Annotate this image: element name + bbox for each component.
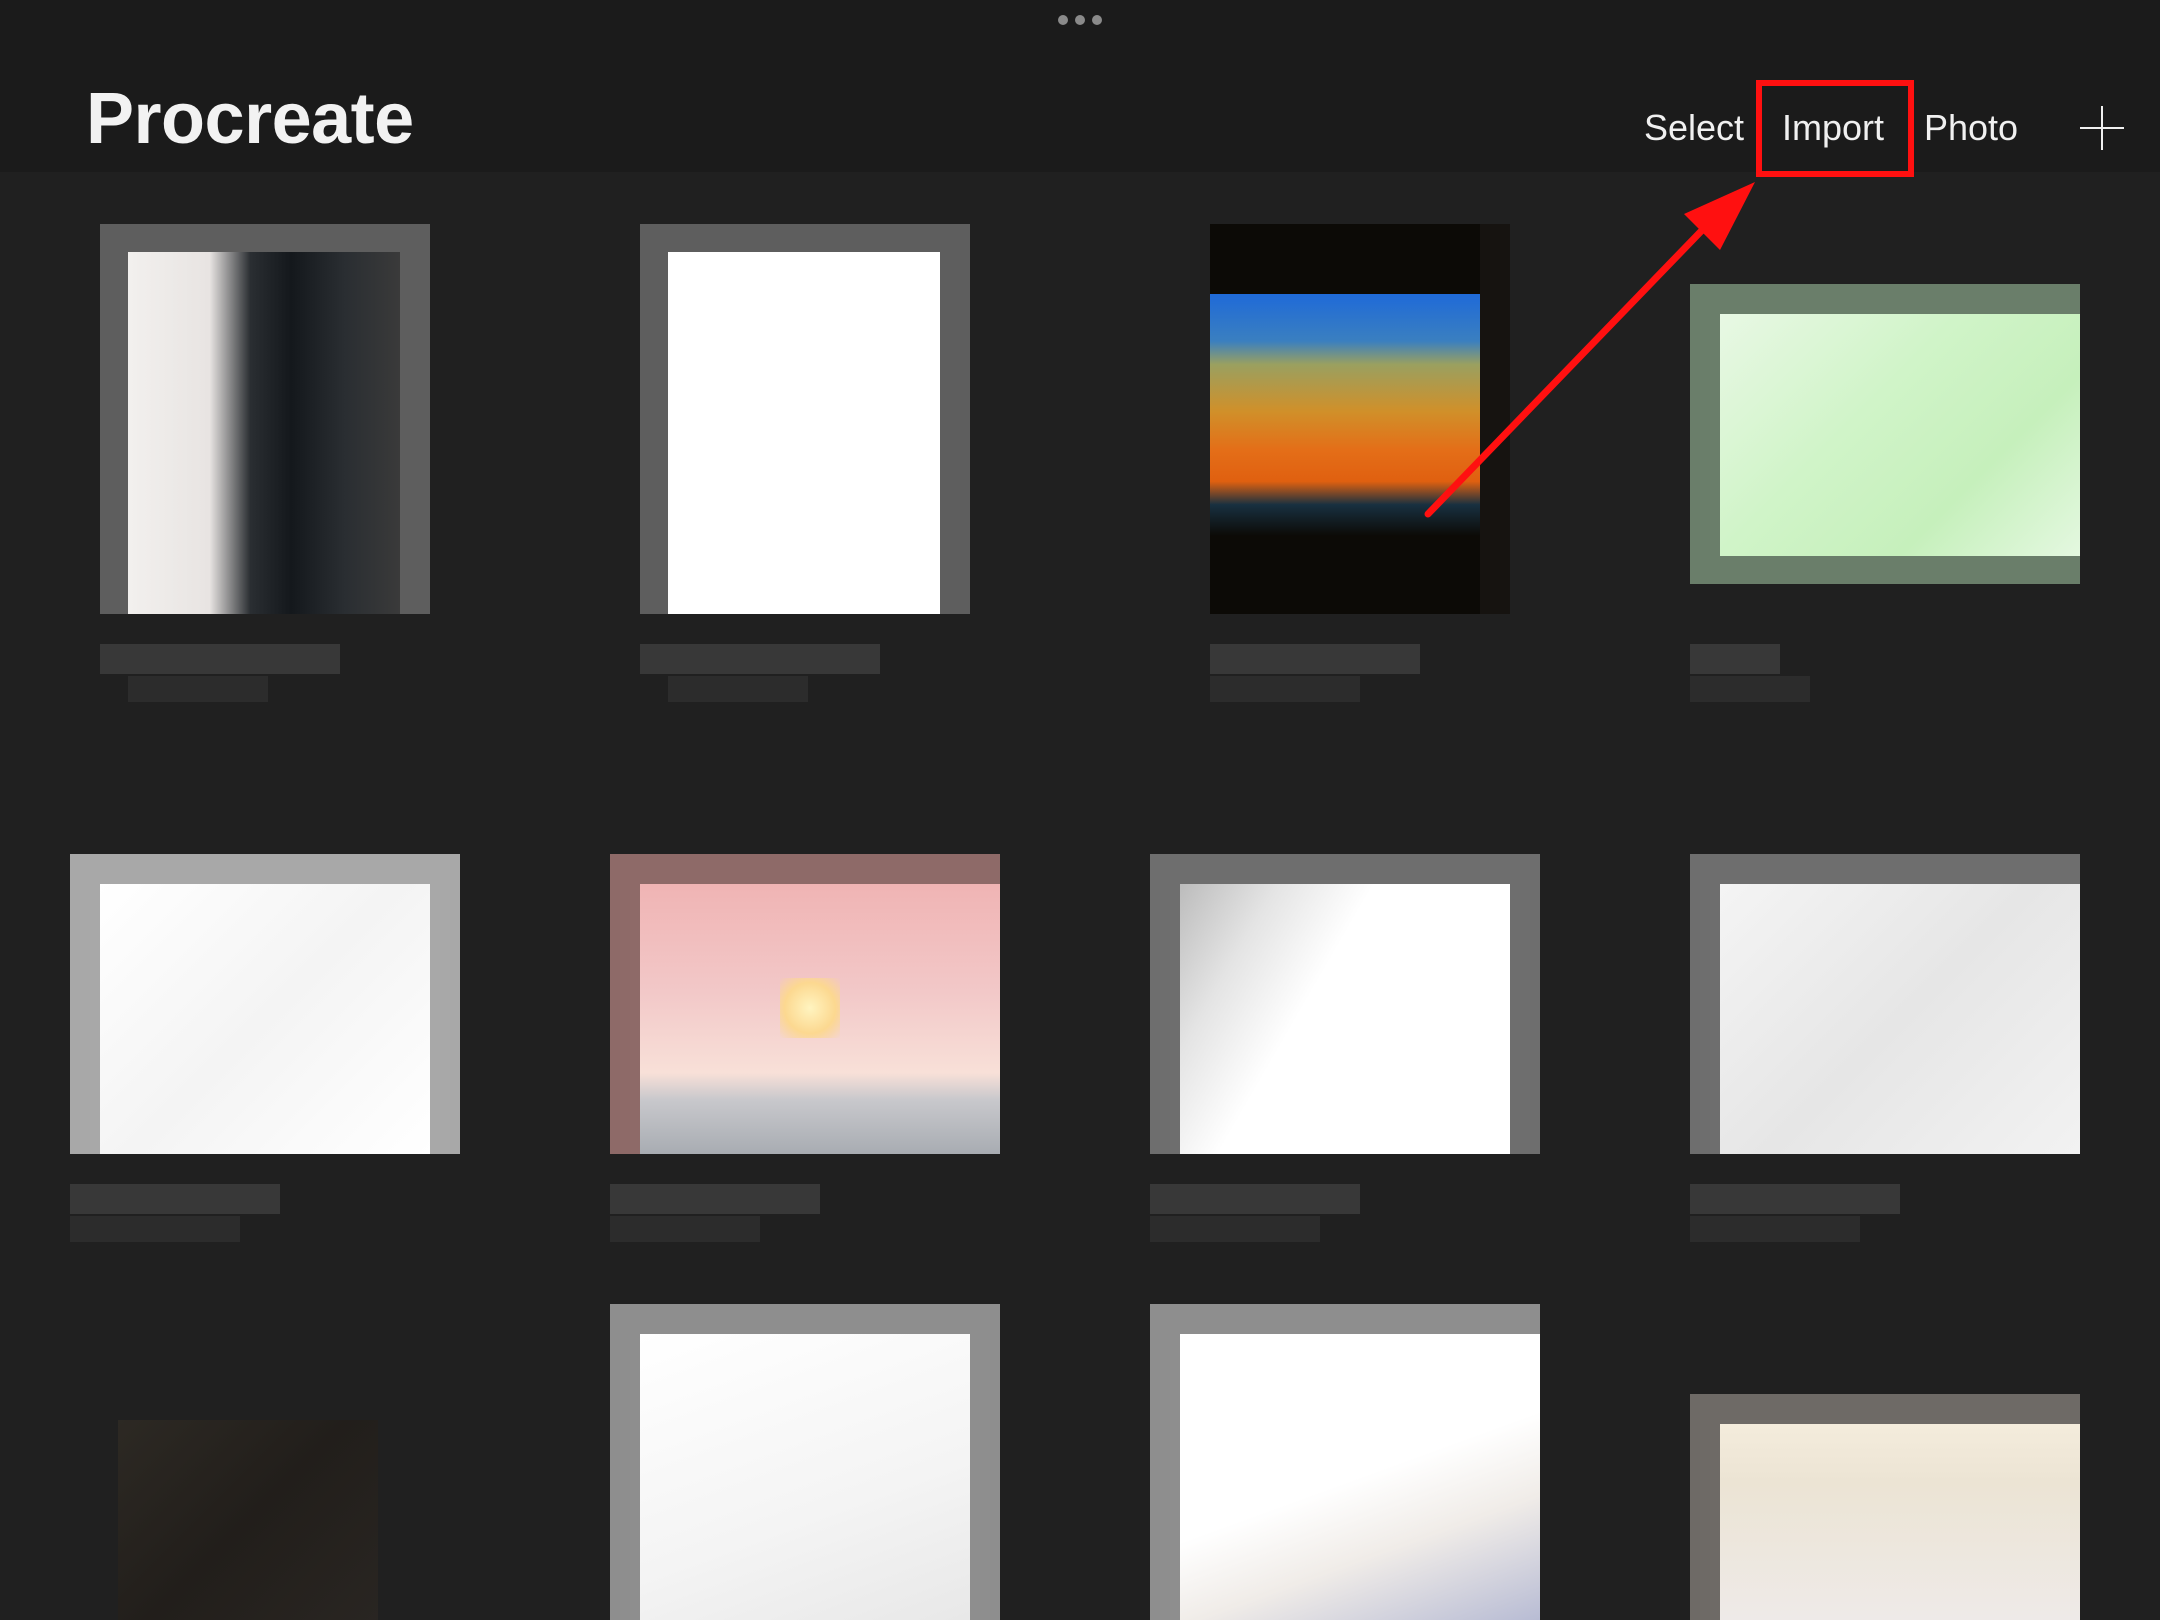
artwork-sun-detail (780, 978, 840, 1038)
artwork-title (1150, 1184, 1360, 1214)
artwork-thumbnail[interactable] (70, 854, 460, 1154)
artwork-thumbnail[interactable] (1690, 854, 2080, 1154)
artwork-thumbnail[interactable] (610, 1304, 1000, 1620)
artwork-size (668, 676, 808, 702)
artwork-title (1210, 644, 1420, 674)
artwork-size (1690, 1216, 1860, 1242)
artwork-title (70, 1184, 280, 1214)
select-button[interactable]: Select (1644, 104, 1744, 152)
app-title: Procreate (86, 79, 414, 159)
artwork-size (1690, 676, 1810, 702)
artwork-thumbnail[interactable] (118, 1420, 378, 1620)
artwork-title (640, 644, 880, 674)
artwork-size (1210, 676, 1360, 702)
artwork-canvas (1720, 314, 2080, 556)
artwork-title (1690, 644, 1780, 674)
artwork-title (100, 644, 340, 674)
artwork-size (128, 676, 268, 702)
artwork-size (70, 1216, 240, 1242)
plus-icon[interactable] (2080, 106, 2124, 150)
artwork-thumbnail[interactable] (610, 854, 1000, 1154)
artwork-canvas (1720, 1424, 2080, 1620)
artwork-thumbnail[interactable] (1150, 1304, 1540, 1620)
artwork-thumbnail[interactable] (100, 224, 430, 614)
artwork-canvas (640, 1334, 970, 1620)
artwork-size (1150, 1216, 1320, 1242)
artwork-thumbnail[interactable] (640, 224, 970, 614)
artwork-thumbnail[interactable] (1690, 284, 2080, 584)
artwork-canvas (1210, 224, 1480, 614)
import-highlight-box (1756, 80, 1914, 177)
artwork-canvas (668, 252, 940, 614)
artwork-title (1690, 1184, 1900, 1214)
artwork-title (610, 1184, 820, 1214)
artwork-size (610, 1216, 760, 1242)
artwork-canvas (1720, 884, 2080, 1154)
artwork-canvas (640, 884, 1000, 1154)
artwork-canvas (1180, 884, 1510, 1154)
artwork-canvas (128, 252, 400, 614)
photo-button[interactable]: Photo (1924, 104, 2018, 152)
multitasking-dots-icon[interactable] (1058, 14, 1102, 26)
artwork-canvas (1180, 1334, 1540, 1620)
artwork-thumbnail[interactable] (1210, 224, 1510, 614)
artwork-thumbnail[interactable] (1690, 1394, 2080, 1620)
artwork-canvas (100, 884, 430, 1154)
artwork-thumbnail[interactable] (1150, 854, 1540, 1154)
